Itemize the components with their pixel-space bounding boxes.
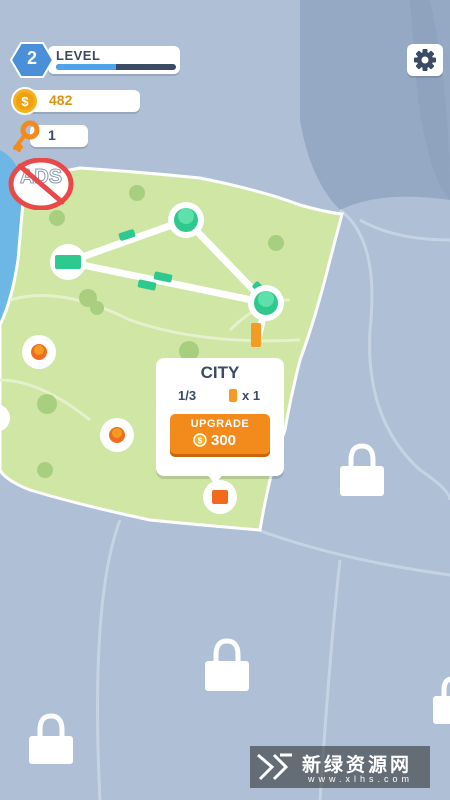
battery-icon — [229, 389, 237, 402]
lock-icon[interactable] — [433, 676, 450, 724]
upgrade-cost: 300 — [211, 432, 237, 449]
level-progress-bar — [56, 64, 176, 70]
upgrade-label: UPGRADE — [190, 418, 250, 430]
no-ads-icon — [17, 163, 65, 205]
svg-text:$: $ — [198, 437, 203, 446]
selected-node[interactable] — [203, 480, 237, 514]
unbuilt-node[interactable] — [22, 335, 56, 369]
level-label: LEVEL — [56, 48, 101, 63]
popup-progress: 1/3 — [178, 388, 197, 403]
depot-node[interactable] — [50, 244, 86, 280]
coin-icon: $ — [193, 433, 207, 447]
lock-icon[interactable] — [340, 443, 384, 496]
coin-count: 482 — [49, 92, 73, 108]
popup-pointer — [205, 472, 225, 484]
key-count: 1 — [48, 127, 56, 143]
popup-battery-count: x 1 — [242, 388, 261, 403]
level-progress-fill — [56, 64, 116, 70]
coin-icon: $ — [11, 87, 39, 115]
lock-icon[interactable] — [29, 713, 73, 764]
watermark-logo-icon — [257, 753, 292, 781]
key-icon — [13, 120, 40, 152]
svg-text:$: $ — [21, 94, 29, 109]
level-number: 2 — [26, 48, 37, 68]
city-node[interactable] — [248, 285, 284, 321]
settings-button[interactable] — [407, 44, 443, 76]
lock-icon[interactable] — [205, 638, 249, 691]
watermark-name: 新绿资源网 — [302, 754, 413, 776]
popup-title: CITY — [200, 363, 240, 382]
gear-icon — [414, 49, 436, 71]
watermark-url: www.xlhs.com — [308, 774, 414, 784]
city-node[interactable] — [168, 202, 204, 238]
unbuilt-node[interactable] — [100, 418, 134, 452]
